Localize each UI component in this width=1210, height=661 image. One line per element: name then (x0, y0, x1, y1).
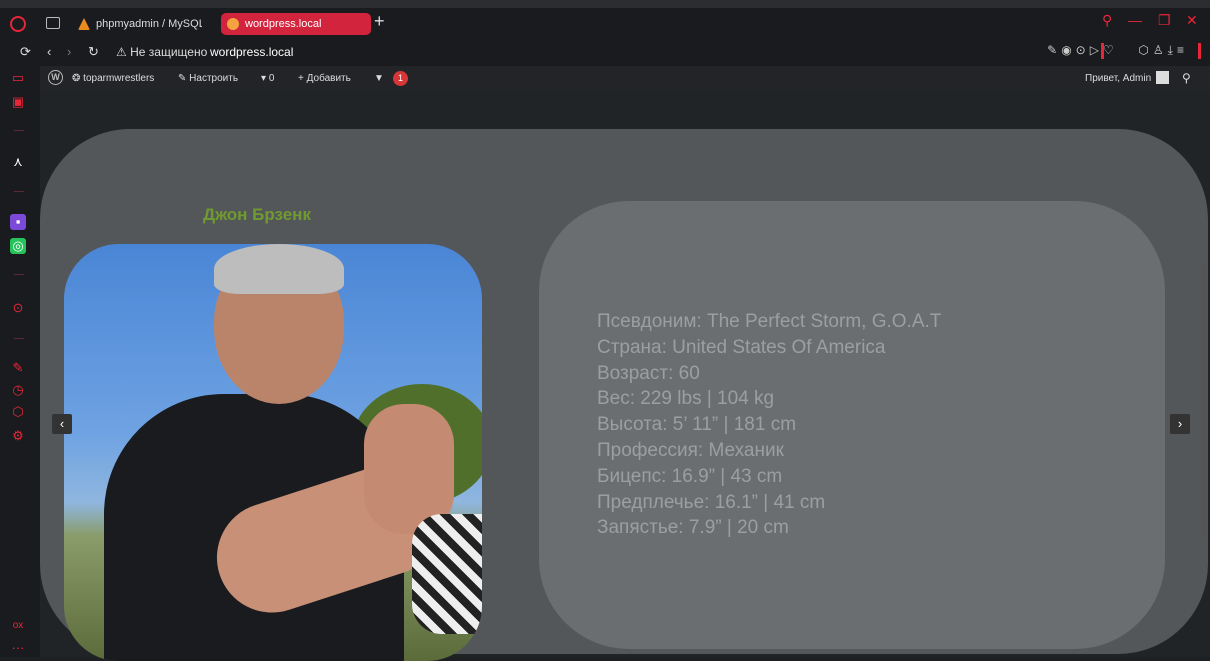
sidebar-player-circle-icon[interactable]: ⊙ (10, 300, 26, 316)
menu-icon[interactable]: ≡ (1177, 43, 1188, 57)
sidebar-extensions-icon[interactable]: ⬡ (10, 404, 26, 420)
security-indicator[interactable]: ⚠ Не защищено (116, 45, 207, 59)
forward-button[interactable]: › (67, 44, 71, 59)
sidebar-divider (14, 338, 24, 339)
site-name: toparmwrestlers (83, 73, 155, 84)
sidebar-divider (14, 274, 24, 275)
avatar[interactable] (1156, 71, 1169, 84)
toolbar-icons: ✎◉⊙▷♡ ⬡♙⤓≡ (1047, 43, 1188, 58)
download-icon[interactable]: ⤓ (1168, 43, 1177, 57)
yoast-icon[interactable]: ▼ (374, 73, 384, 84)
customize-label: Настроить (189, 73, 239, 84)
comments-link[interactable]: ▾ 0 (261, 73, 274, 84)
photo-striped-fabric (412, 514, 482, 634)
player-photo (64, 244, 482, 661)
sidebar-history-icon[interactable]: ◷ (10, 382, 26, 398)
add-new-label: Добавить (306, 73, 351, 84)
plus-icon: + (298, 73, 304, 84)
sidebar-aria-icon[interactable]: ⋏ (10, 154, 26, 170)
comment-icon: ▾ (261, 73, 267, 84)
tab-label: wordpress.local (245, 18, 322, 30)
carousel-next-button[interactable]: › (1170, 414, 1190, 434)
page-content: Джон Брзенк ‹ › Псевдоним: The Perfect S… (40, 92, 1210, 661)
phpmyadmin-favicon-icon (78, 18, 90, 30)
sidebar-settings-icon[interactable]: ⚙ (10, 428, 26, 444)
detail-weight: Вес: 229 lbs | 104 kg (597, 388, 775, 410)
sidebar-more-icon[interactable]: ··· (10, 640, 26, 656)
cube-icon[interactable]: ⬡ (1138, 43, 1152, 57)
sidebar-gx-logo: ox (12, 620, 24, 631)
sidebar-whatsapp-icon[interactable]: ◎ (10, 238, 26, 254)
edit-icon[interactable]: ✎ (1047, 43, 1061, 57)
warning-icon: ⚠ (116, 45, 127, 59)
page-scrollbar[interactable] (1201, 262, 1205, 542)
detail-wrist: Запястье: 7.9” | 20 cm (597, 517, 789, 539)
tab-phpmyadmin[interactable]: phpmyadmin / MySQL-8.0 (72, 13, 202, 35)
reload-button[interactable]: ↻ (88, 44, 99, 60)
account-icon[interactable]: ♙ (1153, 43, 1168, 57)
dashboard-icon: ❂ (72, 73, 81, 84)
opera-menu-icon[interactable] (10, 16, 26, 32)
comments-count: 0 (268, 73, 275, 84)
sidebar-divider (14, 130, 24, 131)
greeting[interactable]: Привет, Admin (1085, 73, 1151, 84)
browser-sidebar: ▭ ▣ ⋏ ▪ ◎ ⊙ ✎ ◷ ⬡ ⚙ ox ··· (0, 66, 40, 657)
search-icon[interactable]: ⚲ (1182, 71, 1191, 85)
search-tabs-icon[interactable]: ⚲ (1102, 12, 1112, 29)
add-new-link[interactable]: + Добавить (298, 73, 351, 84)
notification-badge[interactable]: 1 (393, 71, 408, 86)
brush-icon: ✎ (178, 73, 187, 84)
os-top-strip (0, 0, 1210, 8)
detail-nickname: Псевдоним: The Perfect Storm, G.O.A.T (597, 311, 942, 332)
sidebar-player-icon[interactable]: ▭ (10, 70, 26, 86)
player-details: Псевдоним: The Perfect Storm, G.O.A.T Ст… (597, 309, 941, 541)
wordpress-favicon-icon (227, 18, 239, 30)
tab-islands-icon[interactable] (46, 17, 60, 29)
carousel-prev-button[interactable]: ‹ (52, 414, 72, 434)
heart-icon[interactable]: ♡ (1103, 43, 1118, 57)
close-window-button[interactable]: ✕ (1186, 12, 1198, 29)
wp-admin-bar: W ❂ toparmwrestlers ✎ Настроить ▾ 0 + До… (40, 66, 1210, 92)
sidebar-divider (14, 191, 24, 192)
sync-icon[interactable]: ⟳ (20, 44, 31, 60)
separator-accent (1198, 43, 1201, 59)
minimize-button[interactable]: — (1128, 12, 1142, 28)
site-name-link[interactable]: ❂ toparmwrestlers (72, 73, 154, 84)
url-field[interactable]: wordpress.local (210, 45, 293, 59)
camera-icon[interactable]: ◉ (1061, 43, 1075, 57)
sidebar-ai-icon[interactable]: ▣ (10, 94, 26, 110)
detail-biceps: Бицепс: 16.9” | 43 cm (597, 465, 783, 487)
vpn-icon[interactable]: ⊙ (1076, 43, 1090, 57)
player-info-card: Псевдоним: The Perfect Storm, G.O.A.T Ст… (539, 201, 1165, 649)
detail-profession: Профессия: Механик (597, 439, 784, 461)
security-label: Не защищено (130, 45, 208, 59)
photo-hair (214, 244, 344, 294)
customize-link[interactable]: ✎ Настроить (178, 73, 238, 84)
player-name: Джон Брзенк (203, 205, 311, 224)
maximize-button[interactable]: ❐ (1158, 12, 1171, 29)
detail-forearm: Предплечье: 16.1” | 41 cm (597, 491, 826, 513)
detail-country: Страна: United States Of America (597, 336, 886, 358)
tab-wordpress[interactable]: wordpress.local (221, 13, 371, 35)
sidebar-notes-icon[interactable]: ✎ (10, 360, 26, 376)
wordpress-logo-icon[interactable]: W (48, 70, 63, 85)
sidebar-twitch-icon[interactable]: ▪ (10, 214, 26, 230)
back-button[interactable]: ‹ (47, 44, 51, 59)
detail-age: Возраст: 60 (597, 362, 700, 384)
detail-height: Высота: 5’ 11” | 181 cm (597, 414, 797, 436)
tab-label: phpmyadmin / MySQL-8.0 (96, 18, 202, 30)
player-slide: Джон Брзенк ‹ › Псевдоним: The Perfect S… (40, 129, 1208, 661)
separator-accent (1101, 43, 1104, 59)
new-tab-button[interactable]: + (374, 11, 385, 32)
